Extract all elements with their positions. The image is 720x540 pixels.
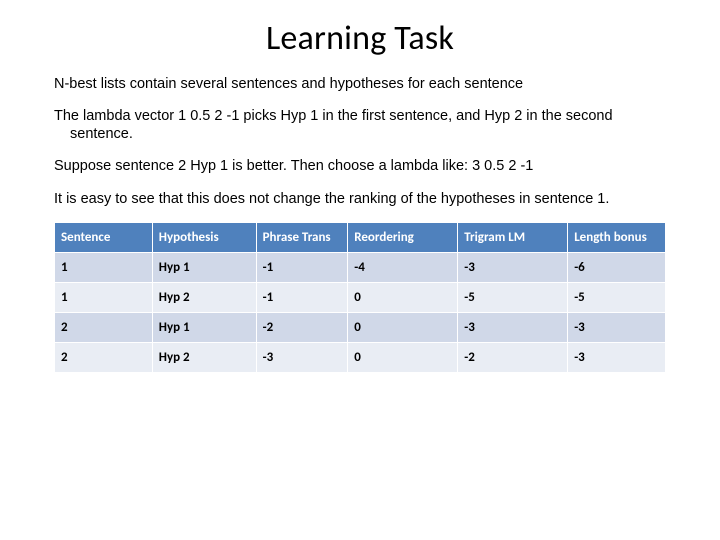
cell: Hyp 1 bbox=[152, 312, 256, 342]
col-hypothesis: Hypothesis bbox=[152, 222, 256, 252]
table-row: 1 Hyp 1 -1 -4 -3 -6 bbox=[55, 252, 666, 282]
cell: 0 bbox=[348, 282, 458, 312]
cell: -3 bbox=[568, 312, 666, 342]
cell: -3 bbox=[458, 312, 568, 342]
slide-title: Learning Task bbox=[54, 18, 666, 59]
cell: 2 bbox=[55, 312, 153, 342]
cell: -3 bbox=[568, 342, 666, 372]
table-row: 2 Hyp 2 -3 0 -2 -3 bbox=[55, 342, 666, 372]
cell: -1 bbox=[256, 252, 348, 282]
table-header-row: Sentence Hypothesis Phrase Trans Reorder… bbox=[55, 222, 666, 252]
cell: Hyp 2 bbox=[152, 342, 256, 372]
cell: Hyp 2 bbox=[152, 282, 256, 312]
paragraph-2: The lambda vector 1 0.5 2 -1 picks Hyp 1… bbox=[54, 107, 666, 143]
col-trigram: Trigram LM bbox=[458, 222, 568, 252]
cell: 0 bbox=[348, 312, 458, 342]
cell: -2 bbox=[458, 342, 568, 372]
cell: -2 bbox=[256, 312, 348, 342]
col-reordering: Reordering bbox=[348, 222, 458, 252]
table-row: 1 Hyp 2 -1 0 -5 -5 bbox=[55, 282, 666, 312]
cell: 1 bbox=[55, 282, 153, 312]
cell: 0 bbox=[348, 342, 458, 372]
cell: Hyp 1 bbox=[152, 252, 256, 282]
paragraph-1: N-best lists contain several sentences a… bbox=[54, 75, 666, 93]
col-sentence: Sentence bbox=[55, 222, 153, 252]
col-length: Length bonus bbox=[568, 222, 666, 252]
cell: 1 bbox=[55, 252, 153, 282]
cell: -5 bbox=[458, 282, 568, 312]
paragraph-3: Suppose sentence 2 Hyp 1 is better. Then… bbox=[54, 157, 666, 175]
cell: 2 bbox=[55, 342, 153, 372]
hypothesis-table: Sentence Hypothesis Phrase Trans Reorder… bbox=[54, 222, 666, 373]
cell: -1 bbox=[256, 282, 348, 312]
cell: -3 bbox=[458, 252, 568, 282]
col-phrase: Phrase Trans bbox=[256, 222, 348, 252]
table-row: 2 Hyp 1 -2 0 -3 -3 bbox=[55, 312, 666, 342]
cell: -5 bbox=[568, 282, 666, 312]
cell: -6 bbox=[568, 252, 666, 282]
cell: -4 bbox=[348, 252, 458, 282]
paragraph-4: It is easy to see that this does not cha… bbox=[54, 190, 666, 208]
cell: -3 bbox=[256, 342, 348, 372]
